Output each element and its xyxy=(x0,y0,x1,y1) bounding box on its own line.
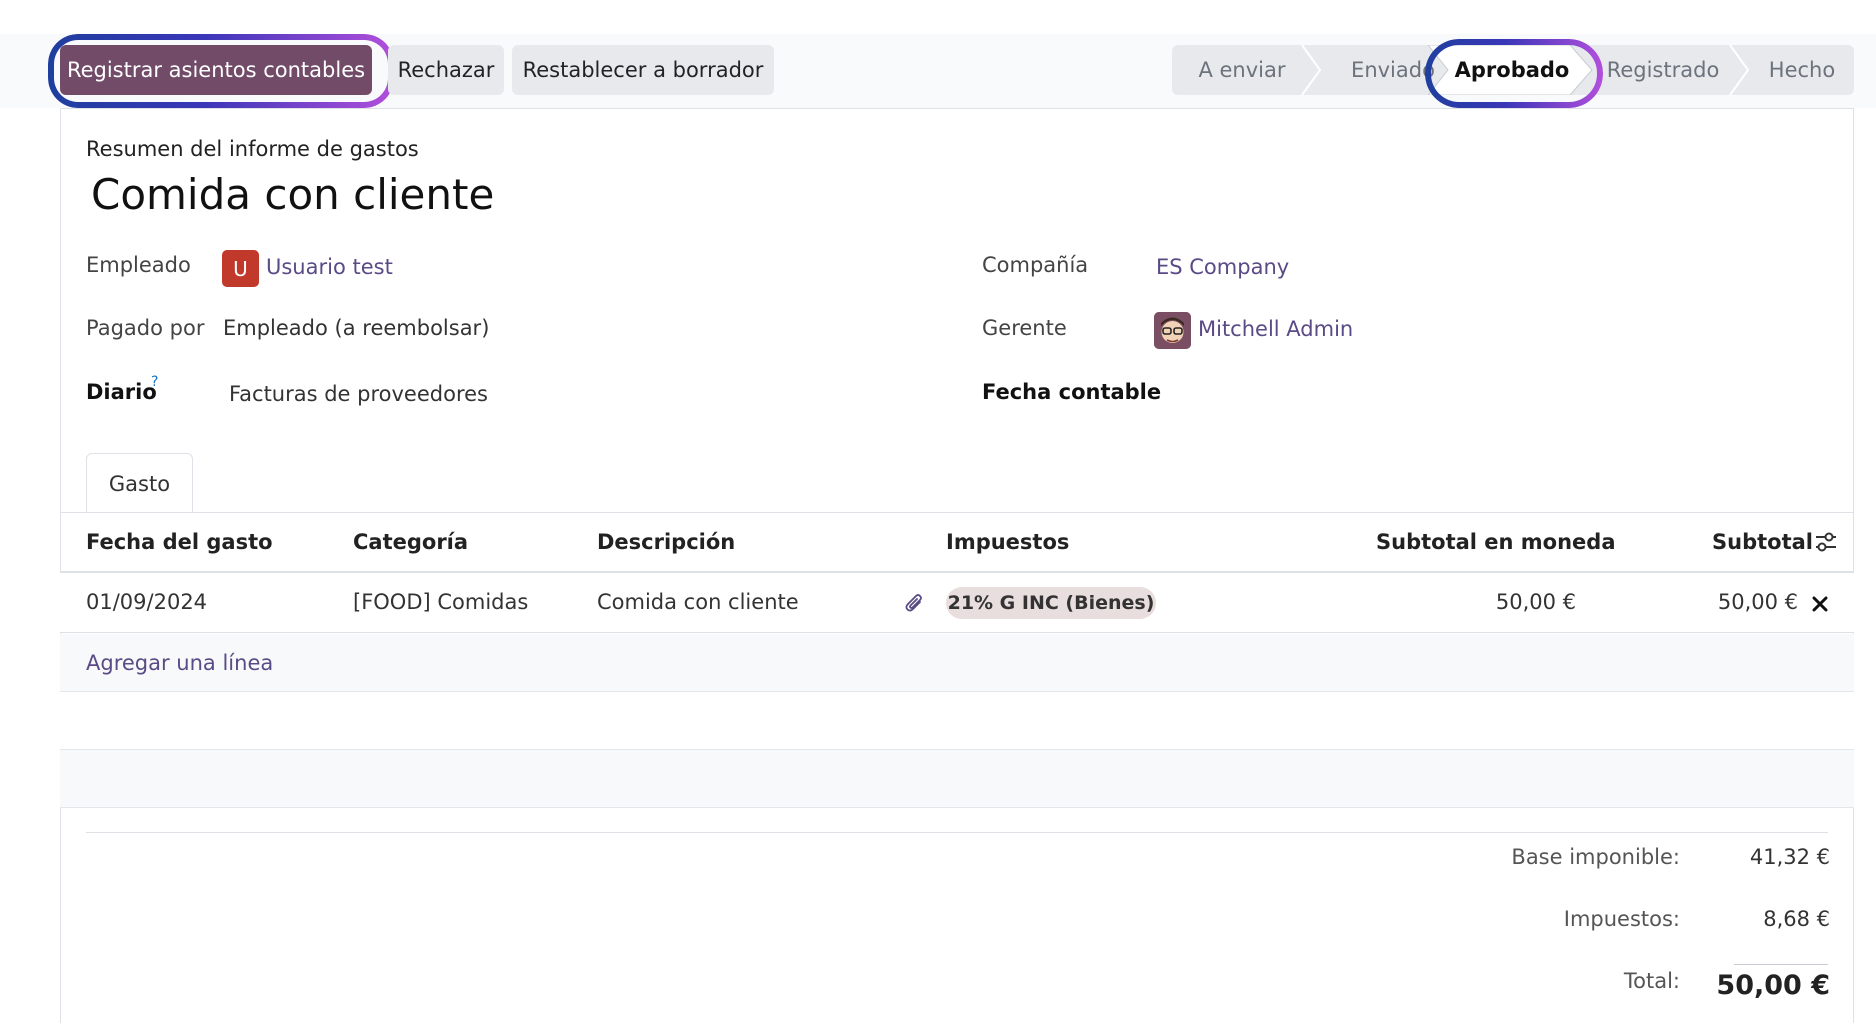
untaxed-amount-value: 41,32 € xyxy=(1749,845,1830,869)
report-subtitle: Resumen del informe de gastos xyxy=(86,137,419,161)
avatar: U xyxy=(222,250,259,287)
employee-field[interactable]: Usuario test xyxy=(266,255,393,279)
cell-subtotal[interactable]: 50,00 € xyxy=(1640,590,1798,614)
refuse-button[interactable]: Rechazar xyxy=(388,45,504,95)
journal-label: Diario xyxy=(86,380,157,404)
sliders-icon[interactable] xyxy=(1814,531,1838,553)
paperclip-icon[interactable] xyxy=(904,591,926,615)
status-stage-done[interactable]: Hecho xyxy=(1750,45,1854,95)
column-header-subtotal[interactable]: Subtotal xyxy=(1712,530,1813,554)
status-stage-to-submit[interactable]: A enviar xyxy=(1172,45,1312,95)
column-header-description[interactable]: Descripción xyxy=(597,530,735,554)
employee-label: Empleado xyxy=(86,253,191,277)
cell-subtotal-currency[interactable]: 50,00 € xyxy=(1376,590,1576,614)
accounting-date-field[interactable] xyxy=(1154,372,1454,408)
total-divider xyxy=(1734,964,1828,965)
add-line-row xyxy=(60,634,1854,692)
reset-to-draft-button[interactable]: Restablecer a borrador xyxy=(512,45,774,95)
taxes-value: 8,68 € xyxy=(1763,907,1830,931)
add-line-link[interactable]: Agregar una línea xyxy=(86,651,273,675)
column-header-date[interactable]: Fecha del gasto xyxy=(86,530,273,554)
cell-date[interactable]: 01/09/2024 xyxy=(86,590,207,614)
column-header-taxes[interactable]: Impuestos xyxy=(946,530,1069,554)
total-value: 50,00 € xyxy=(1716,970,1830,1001)
journal-field[interactable]: Facturas de proveedores xyxy=(229,382,488,406)
cell-category[interactable]: [FOOD] Comidas xyxy=(353,590,528,614)
status-stage-posted[interactable]: Registrado xyxy=(1594,45,1732,95)
close-icon[interactable] xyxy=(1812,596,1828,612)
status-stage-approved[interactable]: Aprobado xyxy=(1446,45,1578,95)
help-tooltip-icon[interactable]: ? xyxy=(151,374,158,390)
paid-by-label: Pagado por xyxy=(86,316,205,340)
tax-tag[interactable]: 21% G INC (Bienes) xyxy=(946,587,1156,619)
column-header-subtotal-currency[interactable]: Subtotal en moneda xyxy=(1376,530,1616,554)
empty-row xyxy=(60,750,1854,808)
manager-label: Gerente xyxy=(982,316,1067,340)
company-label: Compañía xyxy=(982,253,1089,277)
accounting-date-label: Fecha contable xyxy=(982,380,1162,404)
page-title[interactable]: Comida con cliente xyxy=(91,170,494,219)
manager-field[interactable]: Mitchell Admin xyxy=(1198,317,1353,341)
untaxed-amount-label: Base imponible: xyxy=(1511,845,1680,869)
chevron-separator-icon xyxy=(1729,45,1750,95)
total-label: Total: xyxy=(1623,969,1680,993)
avatar xyxy=(1154,312,1191,349)
totals-divider xyxy=(86,832,1828,833)
paid-by-field[interactable]: Empleado (a reembolsar) xyxy=(223,316,489,340)
company-field[interactable]: ES Company xyxy=(1156,255,1289,279)
taxes-label: Impuestos: xyxy=(1563,907,1680,931)
post-journal-entries-button[interactable]: Registrar asientos contables xyxy=(60,45,372,95)
column-header-category[interactable]: Categoría xyxy=(353,530,468,554)
cell-description[interactable]: Comida con cliente xyxy=(597,590,799,614)
tab-expense[interactable]: Gasto xyxy=(86,453,193,513)
empty-row xyxy=(60,692,1854,750)
